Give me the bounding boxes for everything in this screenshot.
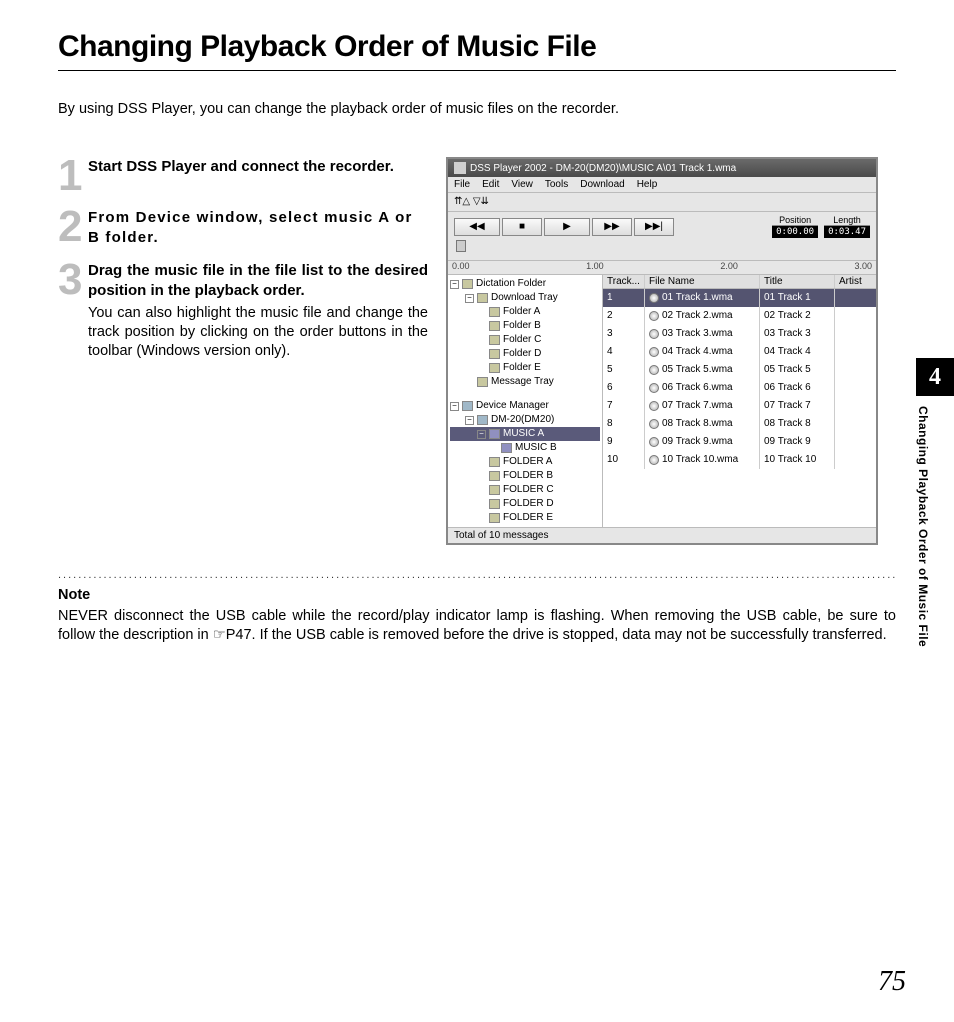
stop-button[interactable]: ■ xyxy=(502,218,542,236)
position-value: 0:00.00 xyxy=(772,226,818,238)
disc-icon xyxy=(649,455,659,465)
menu-edit[interactable]: Edit xyxy=(482,179,499,190)
table-row[interactable]: 606 Track 6.wma06 Track 6 xyxy=(603,379,876,397)
col-title[interactable]: Title xyxy=(760,275,835,288)
folder-icon xyxy=(462,279,473,289)
table-row[interactable]: 202 Track 2.wma02 Track 2 xyxy=(603,307,876,325)
collapse-icon[interactable]: − xyxy=(450,280,459,289)
menu-view[interactable]: View xyxy=(511,179,533,190)
folder-icon xyxy=(489,485,500,495)
table-row[interactable]: 505 Track 5.wma05 Track 5 xyxy=(603,361,876,379)
order-toolbar[interactable]: ⇈△ ▽⇊ xyxy=(448,193,876,212)
app-window: DSS Player 2002 - DM-20(DM20)\MUSIC A\01… xyxy=(446,157,878,545)
device-icon xyxy=(477,415,488,425)
collapse-icon[interactable]: − xyxy=(465,416,474,425)
folder-icon xyxy=(477,377,488,387)
disc-icon xyxy=(649,311,659,321)
disc-icon xyxy=(649,419,659,429)
position-slider[interactable] xyxy=(454,240,870,254)
collapse-icon[interactable]: − xyxy=(477,430,486,439)
page-title: Changing Playback Order of Music File xyxy=(58,30,896,64)
table-row[interactable]: 707 Track 7.wma07 Track 7 xyxy=(603,397,876,415)
disc-icon xyxy=(649,347,659,357)
length-value: 0:03.47 xyxy=(824,226,870,238)
folder-icon xyxy=(489,321,500,331)
disc-icon xyxy=(649,293,659,303)
collapse-icon[interactable]: − xyxy=(450,402,459,411)
length-label: Length xyxy=(824,215,870,226)
folder-icon xyxy=(489,499,500,509)
next-button[interactable]: ▶▶| xyxy=(634,218,674,236)
folder-tree[interactable]: −Dictation Folder −Download Tray Folder … xyxy=(448,275,603,527)
folder-icon xyxy=(489,335,500,345)
folder-icon xyxy=(489,363,500,373)
table-row[interactable]: 101 Track 1.wma01 Track 1 xyxy=(603,289,876,307)
folder-icon xyxy=(489,471,500,481)
menu-download[interactable]: Download xyxy=(580,179,624,190)
folder-icon xyxy=(489,513,500,523)
window-title: DSS Player 2002 - DM-20(DM20)\MUSIC A\01… xyxy=(470,163,736,174)
divider-dots: ........................................… xyxy=(58,569,896,581)
step-number-1: 1 xyxy=(58,157,84,194)
table-row[interactable]: 404 Track 4.wma04 Track 4 xyxy=(603,343,876,361)
step-head-1: Start DSS Player and connect the recorde… xyxy=(88,157,428,177)
device-icon xyxy=(462,401,473,411)
menu-tools[interactable]: Tools xyxy=(545,179,568,190)
disc-icon xyxy=(649,365,659,375)
titlebar: DSS Player 2002 - DM-20(DM20)\MUSIC A\01… xyxy=(448,159,876,177)
collapse-icon[interactable]: − xyxy=(465,294,474,303)
side-title: Changing Playback Order of Music File xyxy=(916,406,930,647)
chapter-number: 4 xyxy=(916,358,954,396)
disc-icon xyxy=(649,437,659,447)
folder-icon xyxy=(489,457,500,467)
disc-icon xyxy=(649,383,659,393)
table-row[interactable]: 909 Track 9.wma09 Track 9 xyxy=(603,433,876,451)
app-icon xyxy=(454,162,466,174)
col-filename[interactable]: File Name xyxy=(645,275,760,288)
folder-icon xyxy=(477,293,488,303)
step-number-3: 3 xyxy=(58,261,84,361)
play-button[interactable]: ▶ xyxy=(544,218,590,236)
position-label: Position xyxy=(772,215,818,226)
status-bar: Total of 10 messages xyxy=(448,527,876,543)
menu-file[interactable]: File xyxy=(454,179,470,190)
folder-icon xyxy=(489,307,500,317)
table-row[interactable]: 1010 Track 10.wma10 Track 10 xyxy=(603,451,876,469)
playback-toolbar: ◀◀ ■ ▶ ▶▶ ▶▶| Position0:00.00 Length0:03… xyxy=(448,212,876,261)
page-number: 75 xyxy=(878,966,906,998)
title-rule xyxy=(58,70,896,71)
step-head-2: From Device window, select music A or B … xyxy=(88,208,428,247)
note-heading: Note xyxy=(58,587,896,603)
col-artist[interactable]: Artist xyxy=(835,275,876,288)
rewind-button[interactable]: ◀◀ xyxy=(454,218,500,236)
steps-column: 1 Start DSS Player and connect the recor… xyxy=(58,157,428,545)
intro-text: By using DSS Player, you can change the … xyxy=(58,101,896,117)
music-folder-icon xyxy=(489,429,500,439)
disc-icon xyxy=(649,329,659,339)
menu-help[interactable]: Help xyxy=(637,179,658,190)
slider-thumb-icon[interactable] xyxy=(456,240,466,252)
note-text: NEVER disconnect the USB cable while the… xyxy=(58,607,896,645)
step-text-3: You can also highlight the music file an… xyxy=(88,304,428,361)
col-track[interactable]: Track... xyxy=(603,275,645,288)
table-row[interactable]: 808 Track 8.wma08 Track 8 xyxy=(603,415,876,433)
step-head-3: Drag the music file in the file list to … xyxy=(88,261,428,300)
music-folder-icon xyxy=(501,443,512,453)
file-list-header: Track... File Name Title Artist xyxy=(603,275,876,289)
ff-button[interactable]: ▶▶ xyxy=(592,218,632,236)
disc-icon xyxy=(649,401,659,411)
table-row[interactable]: 303 Track 3.wma03 Track 3 xyxy=(603,325,876,343)
time-ruler: 0.001.002.003.00 xyxy=(448,261,876,275)
menubar: File Edit View Tools Download Help xyxy=(448,177,876,193)
step-number-2: 2 xyxy=(58,208,84,247)
chapter-tab: 4 Changing Playback Order of Music File xyxy=(916,358,954,647)
folder-icon xyxy=(489,349,500,359)
file-list[interactable]: Track... File Name Title Artist 101 Trac… xyxy=(603,275,876,527)
